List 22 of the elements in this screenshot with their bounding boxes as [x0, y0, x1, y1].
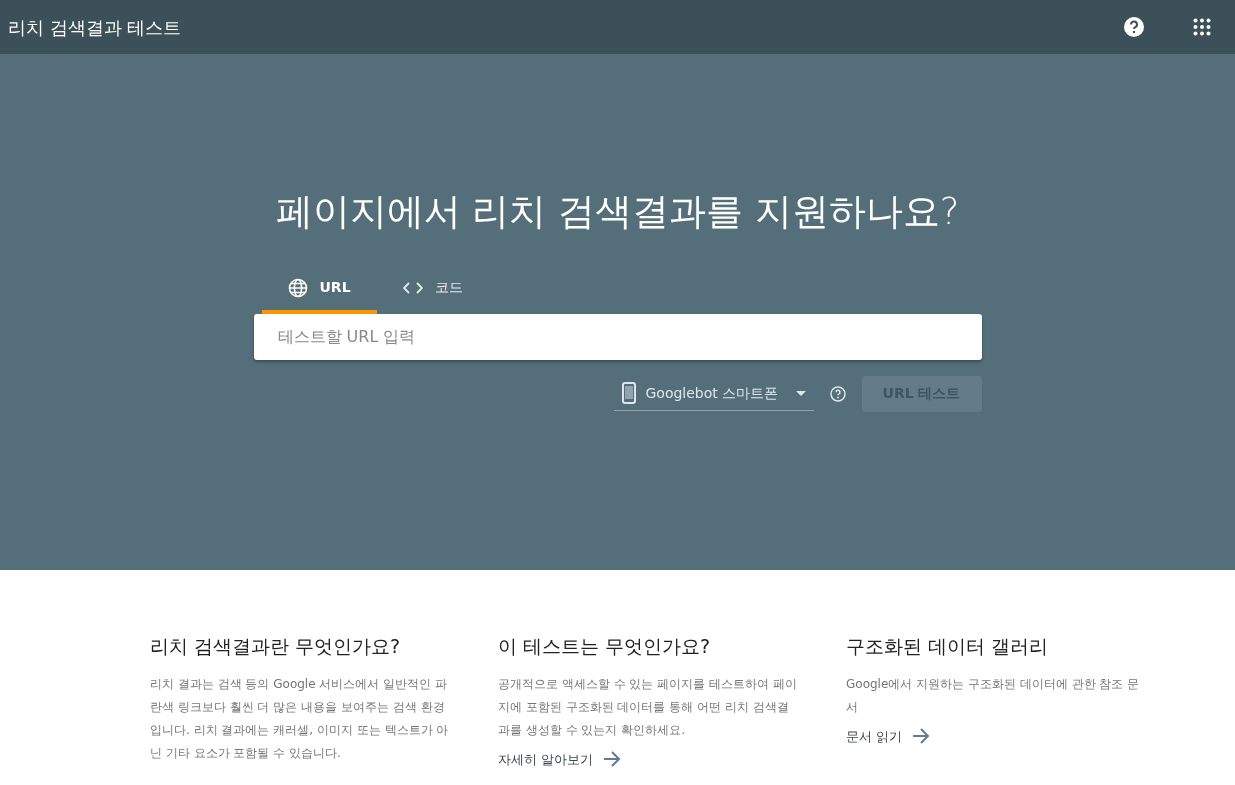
url-input-field[interactable]: 테스트할 URL 입력 — [253, 313, 982, 360]
user-agent-dropdown[interactable]: Googlebot 스마트폰 — [613, 376, 814, 411]
phone-icon — [621, 382, 636, 404]
apps-grid-icon[interactable] — [1193, 18, 1211, 36]
section-heading: 이 테스트는 무엇인가요? — [498, 634, 712, 659]
learn-more-link[interactable]: 문서 읽기 — [846, 726, 931, 746]
section-description: 리치 결과는 검색 등의 Google 서비스에서 일반적인 파란색 링크보다 훨씬 더 많은 내용을 보여주는 검색 환경입니다. 리치 결과에는 캐러셀, 이미지 또는 텍스트가 아닌 기타 요소가 포함될 수 있습니다. — [150, 675, 450, 762]
code-icon — [402, 280, 423, 295]
globe-icon — [287, 277, 308, 298]
help-icon[interactable] — [1123, 16, 1145, 38]
section-heading: 리치 검색결과란 무엇인가요? — [150, 634, 402, 659]
learn-more-link[interactable]: 자세히 알아보기 — [498, 749, 622, 769]
hero-heading: 페이지에서 리치 검색결과를 지원하나요? — [275, 189, 960, 235]
app-title: 리치 검색결과 테스트 — [8, 15, 182, 40]
section-description: 공개적으로 액세스할 수 있는 페이지를 테스트하여 페이지에 포함된 구조화된 데이터를 통해 어떤 리치 검색결과를 생성할 수 있는지 확인하세요. — [498, 675, 798, 739]
input-mode-tab[interactable]: 코드 — [376, 275, 489, 314]
help-icon[interactable] — [829, 385, 846, 402]
arrow-right-icon — [912, 728, 931, 745]
section-heading: 구조화된 데이터 갤러리 — [846, 634, 1050, 659]
arrow-right-icon — [603, 751, 622, 768]
section-description: Google에서 지원하는 구조화된 데이터에 관한 참조 문서 — [846, 675, 1141, 716]
caret-icon — [795, 390, 806, 396]
